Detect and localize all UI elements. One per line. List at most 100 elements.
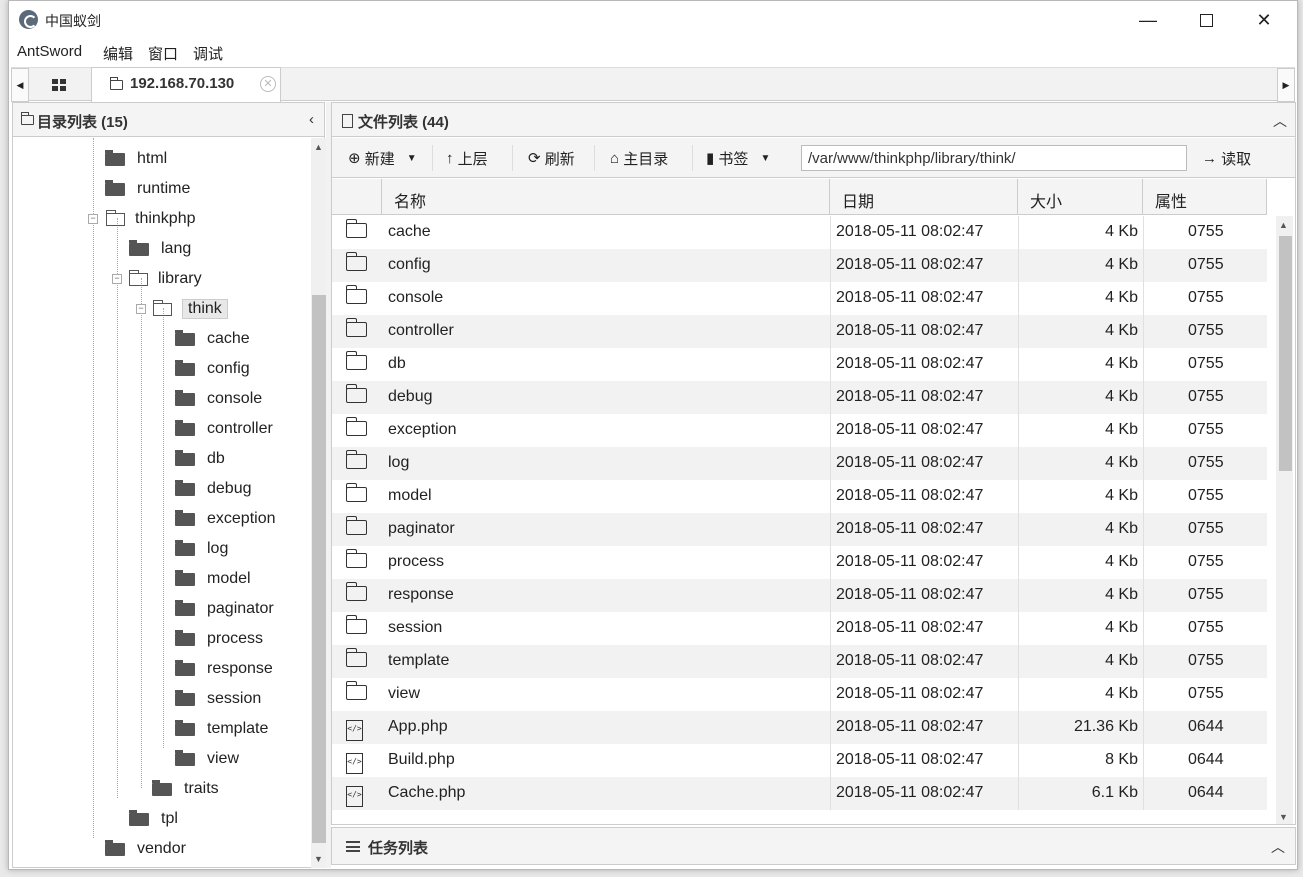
file-name: log	[388, 454, 410, 471]
file-grid-scrollbar[interactable]: ▲ ▼	[1276, 216, 1293, 824]
file-name: console	[388, 289, 444, 306]
php-file-icon: </>	[346, 784, 363, 807]
tree-node[interactable]: paginator	[175, 594, 274, 624]
tree-node[interactable]: db	[175, 444, 225, 474]
tree-node[interactable]: cache	[175, 324, 250, 354]
tab-home[interactable]	[33, 68, 85, 101]
file-name: model	[388, 487, 432, 504]
tree-node[interactable]: traits	[152, 774, 219, 804]
tree-node[interactable]: controller	[175, 414, 273, 444]
file-row[interactable]: </> Build.php 2018-05-11 08:02:47 8 Kb 0644	[332, 744, 1267, 777]
file-row[interactable]: session 2018-05-11 08:02:47 4 Kb 0755	[332, 612, 1267, 645]
tree-node[interactable]: session	[175, 684, 261, 714]
file-row[interactable]: paginator 2018-05-11 08:02:47 4 Kb 0755	[332, 513, 1267, 546]
file-size: 4 Kb	[1105, 685, 1138, 702]
folder-icon	[345, 648, 367, 672]
folder-icon	[345, 417, 367, 441]
header-name[interactable]: 名称	[382, 179, 830, 215]
tree-node[interactable]: template	[175, 714, 268, 744]
file-row[interactable]: view 2018-05-11 08:02:47 4 Kb 0755	[332, 678, 1267, 711]
folder-icon	[105, 179, 125, 196]
tree-node[interactable]: view	[175, 744, 239, 774]
tree-node[interactable]: process	[175, 624, 263, 654]
title-bar: 中国蚁剑 — ✕	[9, 1, 1297, 39]
read-button[interactable]: → 读取	[1202, 145, 1251, 171]
tree-node[interactable]: console	[175, 384, 262, 414]
scroll-down-icon[interactable]: ▼	[1279, 812, 1288, 822]
file-row[interactable]: </> App.php 2018-05-11 08:02:47 21.36 Kb 064…	[332, 711, 1267, 744]
tree-scroll-thumb[interactable]	[312, 295, 326, 843]
folder-icon	[345, 252, 367, 276]
tree-node[interactable]: log	[175, 534, 228, 564]
path-input[interactable]	[801, 145, 1187, 171]
bookmark-button[interactable]: ▮ 书签 ▼	[706, 145, 770, 171]
scroll-up-icon[interactable]: ▲	[1279, 220, 1288, 230]
file-row[interactable]: log 2018-05-11 08:02:47 4 Kb 0755	[332, 447, 1267, 480]
file-row[interactable]: cache 2018-05-11 08:02:47 4 Kb 0755	[332, 216, 1267, 249]
tree-node[interactable]: response	[175, 654, 273, 684]
file-size: 4 Kb	[1105, 586, 1138, 603]
file-grid-scroll-thumb[interactable]	[1279, 236, 1292, 471]
tree-node[interactable]: config	[175, 354, 250, 384]
tree-node[interactable]: tpl	[129, 804, 178, 834]
file-row[interactable]: process 2018-05-11 08:02:47 4 Kb 0755	[332, 546, 1267, 579]
tab-scroll-right-button[interactable]: ▶	[1277, 68, 1295, 102]
tree-node-selected[interactable]: think	[153, 294, 228, 324]
file-row[interactable]: controller 2018-05-11 08:02:47 4 Kb 0755	[332, 315, 1267, 348]
scroll-down-icon[interactable]: ▼	[314, 854, 323, 864]
header-size[interactable]: 大小	[1018, 179, 1143, 215]
file-row[interactable]: config 2018-05-11 08:02:47 4 Kb 0755	[332, 249, 1267, 282]
refresh-button[interactable]: ⟳ 刷新	[528, 145, 575, 171]
tree-node[interactable]: debug	[175, 474, 252, 504]
tree-node[interactable]: runtime	[105, 174, 190, 204]
tree-node[interactable]: lang	[129, 234, 191, 264]
file-name: paginator	[388, 520, 455, 537]
menu-edit[interactable]: 编辑	[103, 43, 133, 64]
folder-icon	[175, 689, 195, 706]
file-row[interactable]: console 2018-05-11 08:02:47 4 Kb 0755	[332, 282, 1267, 315]
menu-debug[interactable]: 调试	[193, 43, 223, 64]
collapse-node-icon[interactable]: −	[136, 304, 146, 314]
up-button[interactable]: ↑ 上层	[446, 145, 488, 171]
file-date: 2018-05-11 08:02:47	[836, 322, 984, 339]
tab-close-icon[interactable]: ✕	[260, 76, 276, 92]
file-size: 4 Kb	[1105, 355, 1138, 372]
tab-shell-session[interactable]: 192.168.70.130 ✕	[91, 67, 281, 102]
header-attr[interactable]: 属性	[1143, 179, 1267, 215]
tree-node[interactable]: vendor	[105, 834, 186, 864]
file-row[interactable]: </> Cache.php 2018-05-11 08:02:47 6.1 Kb 064…	[332, 777, 1267, 810]
php-file-icon: </>	[346, 718, 363, 741]
folder-icon	[175, 599, 195, 616]
expand-up-icon[interactable]: ︿	[1271, 837, 1285, 857]
tree-node[interactable]: exception	[175, 504, 276, 534]
close-button[interactable]: ✕	[1235, 1, 1293, 39]
file-size: 21.36 Kb	[1073, 718, 1138, 735]
file-row[interactable]: db 2018-05-11 08:02:47 4 Kb 0755	[332, 348, 1267, 381]
collapse-node-icon[interactable]: −	[112, 274, 122, 284]
new-button[interactable]: ⊕ 新建 ▼	[348, 145, 417, 171]
tree-node[interactable]: library	[129, 264, 202, 294]
tree-node[interactable]: model	[175, 564, 251, 594]
scroll-up-icon[interactable]: ▲	[314, 142, 323, 152]
collapse-left-icon[interactable]: ‹	[309, 111, 314, 128]
file-name: debug	[388, 388, 433, 405]
maximize-button[interactable]	[1177, 1, 1235, 39]
collapse-up-icon[interactable]: ︿	[1273, 111, 1287, 131]
file-row[interactable]: template 2018-05-11 08:02:47 4 Kb 0755	[332, 645, 1267, 678]
collapse-node-icon[interactable]: −	[88, 214, 98, 224]
tab-scroll-left-button[interactable]: ◀	[11, 68, 29, 102]
minimize-button[interactable]: —	[1119, 1, 1177, 39]
file-row[interactable]: model 2018-05-11 08:02:47 4 Kb 0755	[332, 480, 1267, 513]
file-row[interactable]: exception 2018-05-11 08:02:47 4 Kb 0755	[332, 414, 1267, 447]
menu-window[interactable]: 窗口	[148, 43, 178, 64]
file-grid-body: cache 2018-05-11 08:02:47 4 Kb 0755 config 20…	[332, 216, 1267, 824]
file-row[interactable]: response 2018-05-11 08:02:47 4 Kb 0755	[332, 579, 1267, 612]
home-button[interactable]: ⌂ 主目录	[610, 145, 668, 171]
tree-node[interactable]: html	[105, 144, 167, 174]
folder-icon	[129, 809, 149, 826]
menu-antsword[interactable]: AntSword	[17, 43, 82, 60]
tab-bar: ◀ 192.168.70.130 ✕ ▶	[11, 67, 1295, 102]
header-date[interactable]: 日期	[830, 179, 1018, 215]
tree-node[interactable]: thinkphp	[106, 204, 196, 234]
file-row[interactable]: debug 2018-05-11 08:02:47 4 Kb 0755	[332, 381, 1267, 414]
